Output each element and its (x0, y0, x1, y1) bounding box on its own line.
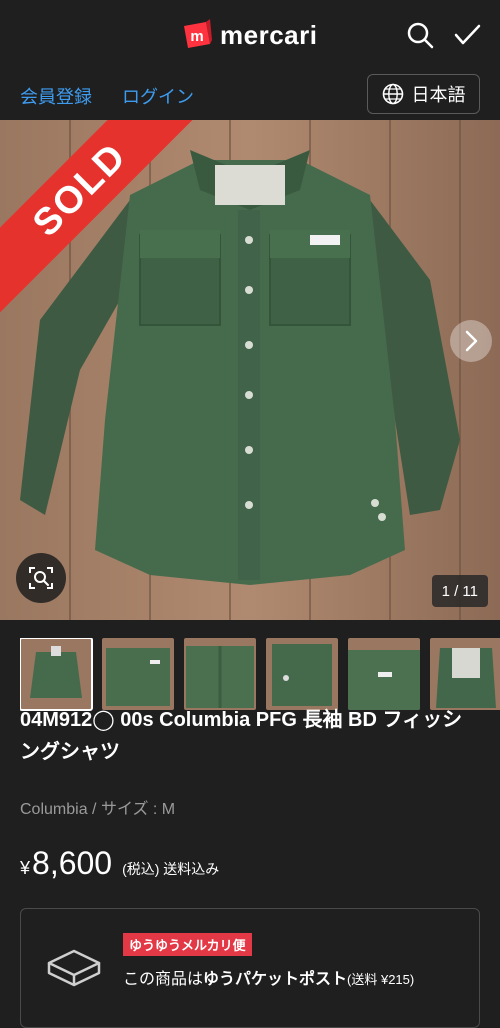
thumbnail-2[interactable] (102, 638, 174, 710)
search-icon[interactable] (405, 20, 435, 50)
brand-size-line: Columbia / サイズ : M (20, 795, 175, 819)
item-title: 04M912◯ 00s Columbia PFG 長袖 BD フィッシングシャツ (20, 709, 463, 763)
thumbnail-4[interactable] (266, 638, 338, 710)
brand-link[interactable]: Columbia (20, 801, 88, 818)
login-link[interactable]: ログイン (122, 83, 194, 109)
image-counter: 1 / 11 (431, 575, 488, 607)
product-image[interactable]: SOLD 1 / 11 (0, 120, 500, 620)
thumbnail-3[interactable] (184, 638, 256, 710)
check-icon[interactable] (452, 20, 482, 50)
thumbnail-6[interactable] (430, 638, 500, 710)
thumbnail-5[interactable] (348, 638, 420, 710)
package-icon (45, 947, 103, 996)
language-button[interactable]: 日本語 (367, 74, 480, 114)
thumbnail-strip (20, 638, 500, 714)
top-bar: m mercari (0, 0, 500, 70)
mercari-logo-icon: m (180, 18, 214, 52)
tax-shipping-note: (税込) 送料込み (122, 861, 220, 877)
shipping-prefix: この商品は (123, 971, 204, 988)
next-image-button[interactable] (450, 320, 492, 362)
price-amount: 8,600 (32, 845, 113, 881)
svg-text:m: m (190, 28, 203, 45)
logo-text: mercari (220, 19, 318, 50)
size-label: サイズ : M (100, 801, 176, 818)
chevron-right-icon (465, 330, 478, 352)
shipping-method-badge: ゆうゆうメルカリ便 (123, 933, 252, 956)
shipping-method: ゆうパケットポスト (203, 971, 348, 988)
currency-symbol: ¥ (20, 858, 31, 878)
shipping-card: ゆうゆうメルカリ便 この商品はゆうパケットポスト(送料 ¥215) (20, 908, 480, 1028)
price-block: ¥ 8,600 (税込) 送料込み (20, 845, 219, 882)
zoom-icon (29, 567, 53, 589)
mercari-logo[interactable]: m mercari (180, 18, 317, 52)
thumbnail-1[interactable] (20, 638, 93, 711)
register-link[interactable]: 会員登録 (20, 83, 92, 109)
brand-separator: / (87, 801, 101, 818)
zoom-button[interactable] (16, 553, 66, 603)
globe-icon (382, 83, 403, 105)
shipping-fee: (送料 ¥215) (347, 972, 415, 987)
sub-bar: 会員登録 ログイン 日本語 (0, 70, 500, 120)
language-label: 日本語 (411, 85, 466, 105)
shipping-description: この商品はゆうパケットポスト(送料 ¥215) (123, 965, 414, 989)
